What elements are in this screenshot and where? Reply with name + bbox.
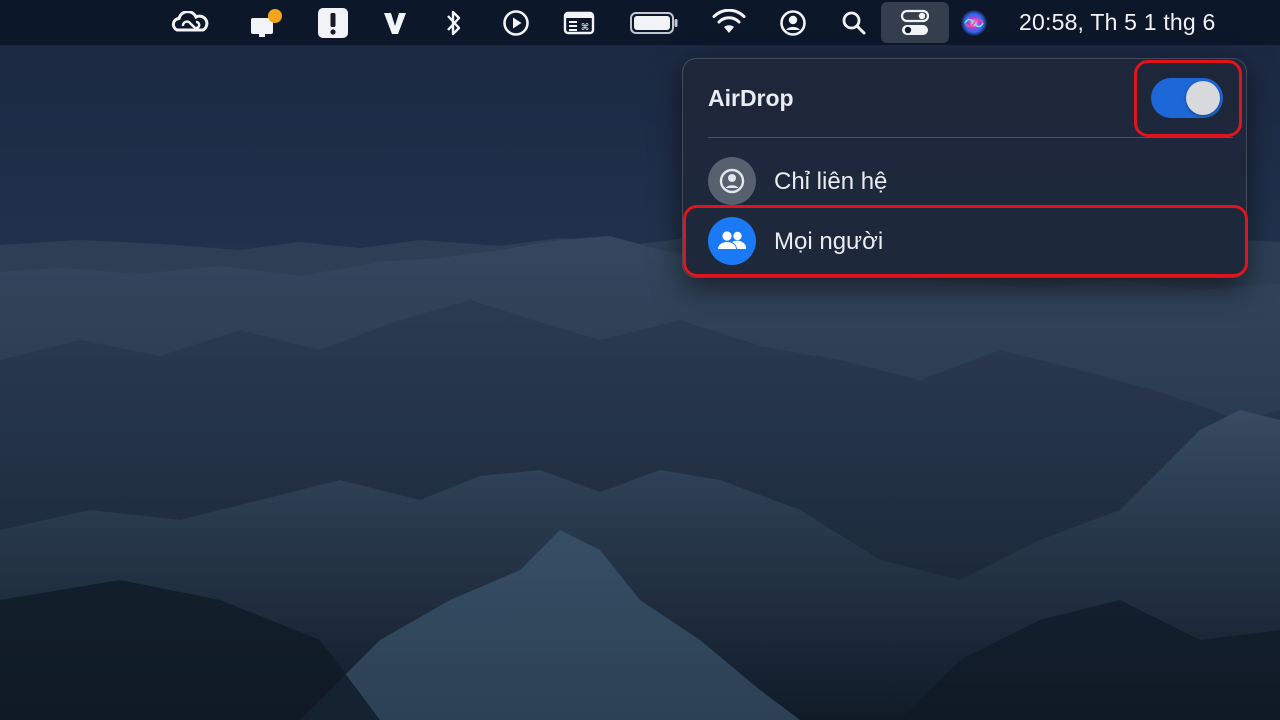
airdrop-panel: AirDrop Chỉ liên hệ Mọi người — [682, 58, 1248, 278]
siri-icon[interactable] — [954, 4, 994, 42]
menu-bar-clock[interactable]: 20:58, Th 5 1 thg 6 — [1019, 8, 1215, 36]
bluetooth-icon[interactable] — [434, 4, 474, 42]
contacts-icon — [708, 157, 756, 205]
v-app-icon[interactable] — [375, 4, 415, 42]
alert-icon[interactable] — [313, 4, 353, 42]
option-contacts-only[interactable]: Chỉ liên hệ — [686, 152, 1245, 210]
wifi-icon[interactable] — [709, 4, 749, 42]
notification-app-icon[interactable] — [245, 4, 285, 42]
everyone-highlight-box — [683, 205, 1248, 277]
menu-bar: ⌘ 20:58, Th 5 1 thg 6 — [0, 0, 1280, 45]
user-account-icon[interactable] — [773, 4, 813, 42]
svg-text:⌘: ⌘ — [581, 23, 590, 33]
toggle-highlight-box — [1134, 60, 1242, 137]
desktop: ⌘ 20:58, Th 5 1 thg 6 AirDrop Chỉ liên h… — [0, 0, 1280, 720]
keyboard-viewer-icon[interactable]: ⌘ — [559, 4, 599, 42]
control-center-icon[interactable] — [881, 2, 949, 43]
creative-cloud-icon[interactable] — [170, 4, 210, 42]
option-label: Chỉ liên hệ — [774, 168, 888, 195]
airdrop-title: AirDrop — [708, 85, 794, 111]
search-icon[interactable] — [834, 4, 874, 42]
panel-divider — [708, 137, 1233, 138]
play-icon[interactable] — [496, 4, 536, 42]
battery-icon[interactable] — [627, 4, 681, 42]
